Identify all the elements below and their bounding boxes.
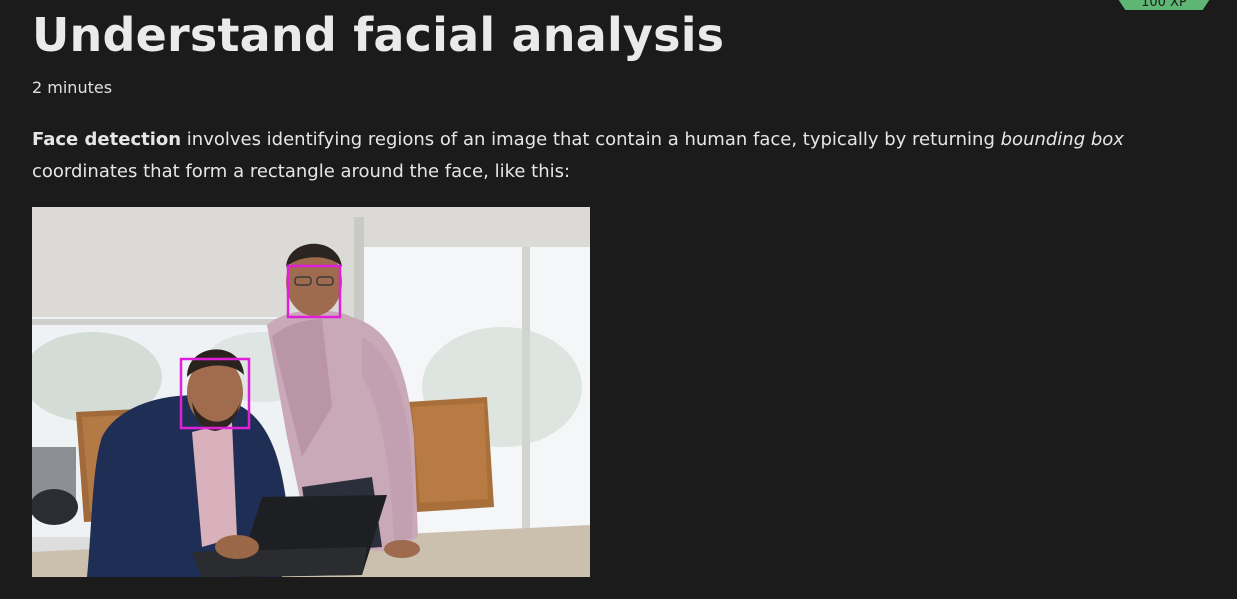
emphasis-bounding-box: bounding box: [1000, 129, 1124, 150]
term-face-detection: Face detection: [32, 129, 182, 150]
content-paragraph: Face detection involves identifying regi…: [32, 124, 1230, 188]
page-title: Understand facial analysis: [32, 8, 725, 62]
paragraph-text-1: involves identifying regions of an image…: [181, 129, 1001, 150]
xp-badge-label: 100 XP: [1141, 0, 1187, 10]
xp-badge: 100 XP: [1118, 0, 1210, 10]
duration-label: 2 minutes: [32, 78, 113, 97]
page: 100 XP Understand facial analysis 2 minu…: [0, 0, 1237, 599]
face-detection-image: [32, 207, 590, 577]
paragraph-text-2: coordinates that form a rectangle around…: [32, 161, 571, 182]
